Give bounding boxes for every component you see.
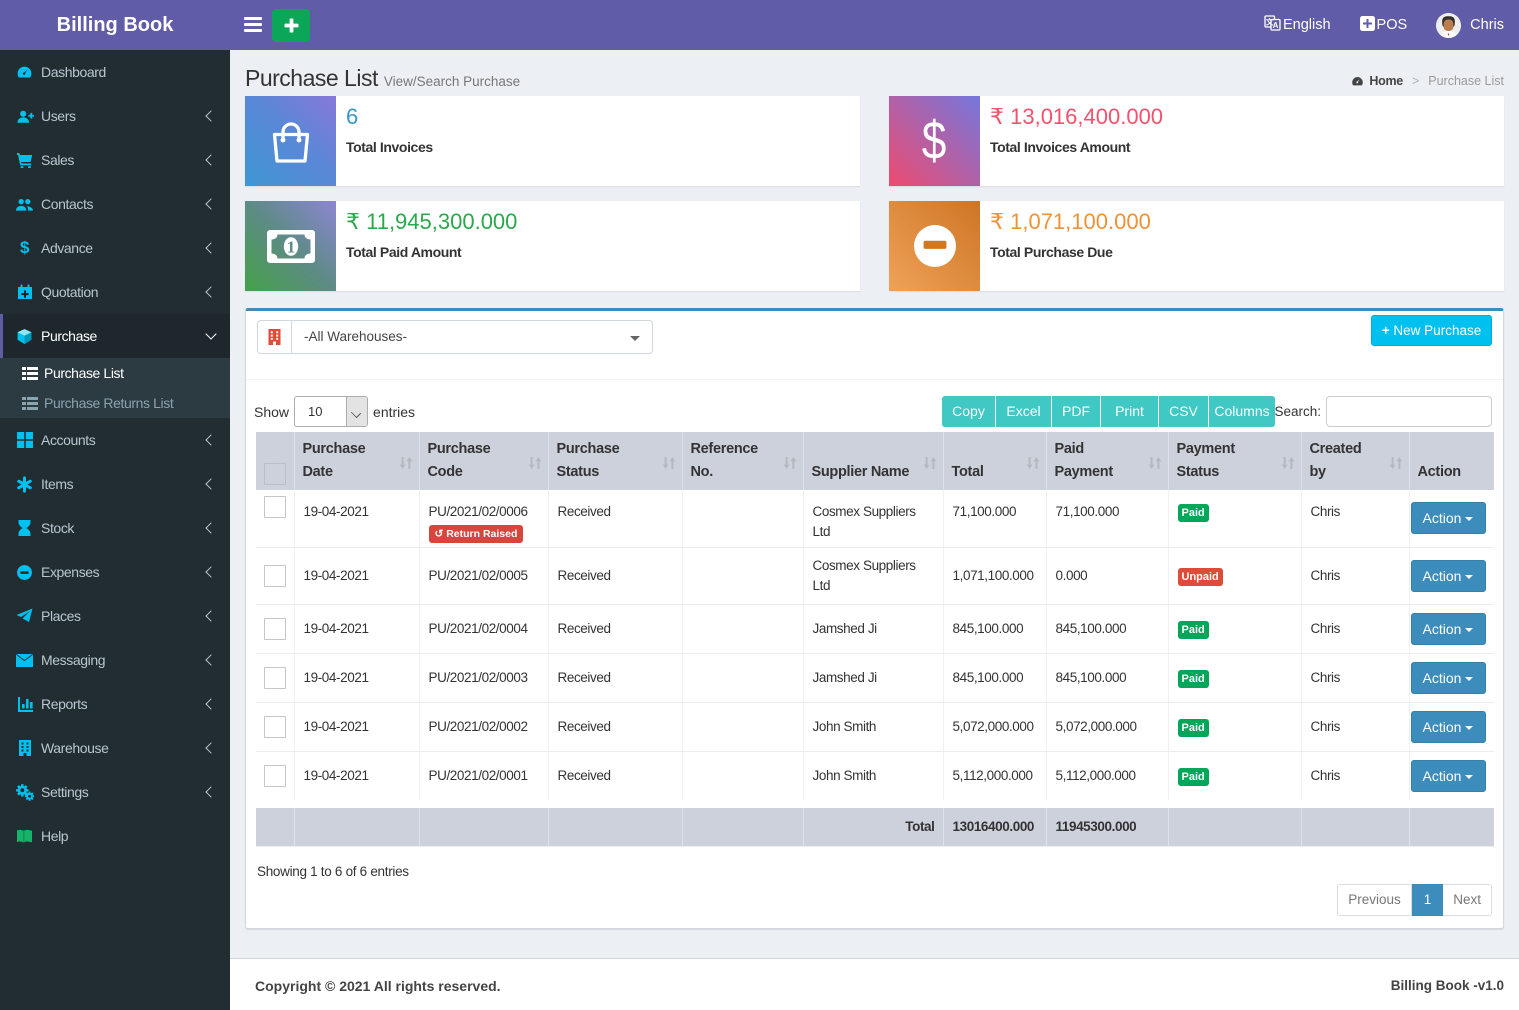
- svg-text:1: 1: [286, 237, 295, 256]
- svg-text:A: A: [1273, 21, 1279, 30]
